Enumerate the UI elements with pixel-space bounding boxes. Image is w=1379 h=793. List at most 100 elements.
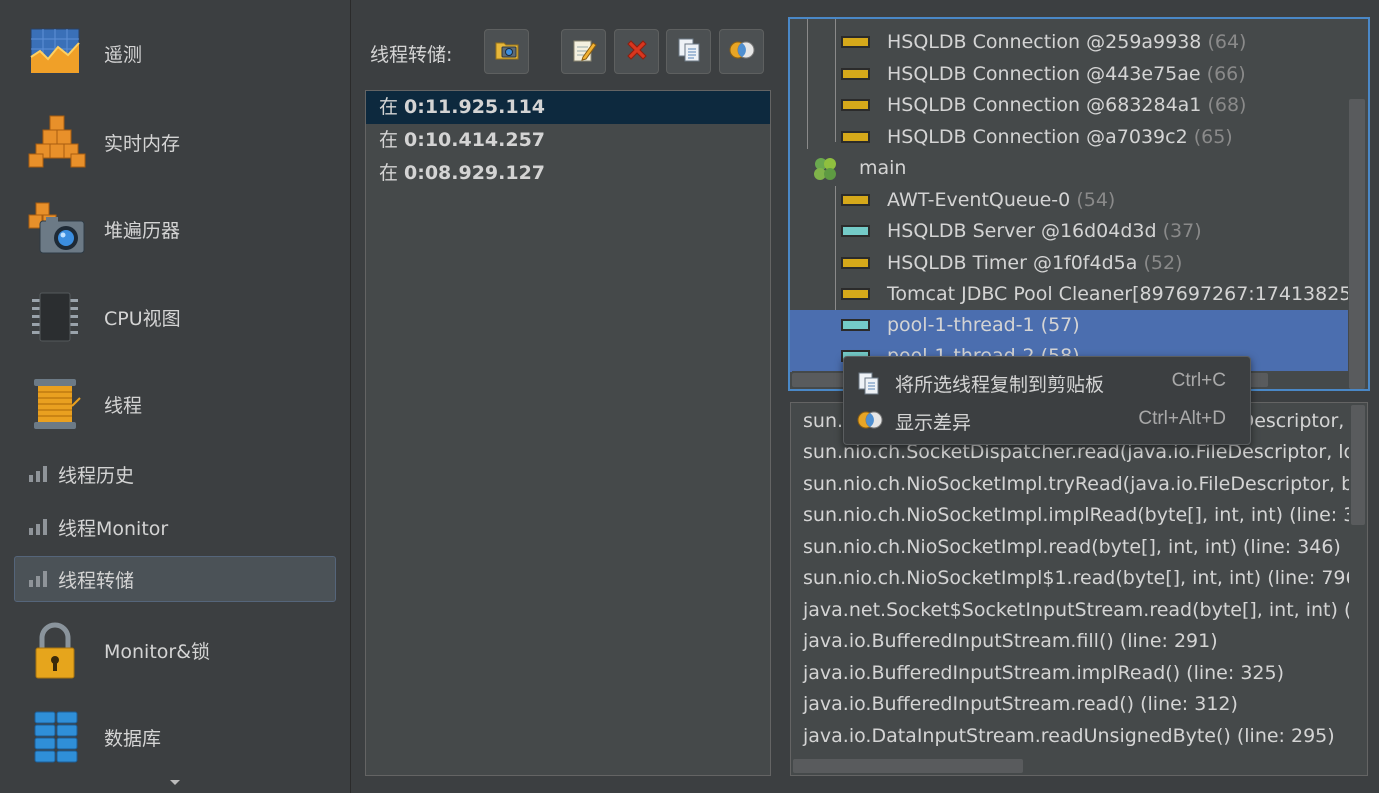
tree-row-thread[interactable]: HSQLDB Connection @683284a1 (68) bbox=[790, 90, 1348, 121]
sidebar-item-label: 遥测 bbox=[104, 43, 143, 66]
telemetry-chart-icon bbox=[28, 25, 84, 81]
sidebar: 遥测 实时内存 堆遍历器 CPU视图 线程 线程历史 线程Monitor 线程转… bbox=[0, 0, 351, 793]
edit-pencil-icon bbox=[571, 37, 597, 67]
sidebar-item-label: 线程历史 bbox=[58, 464, 135, 487]
stack-frame[interactable]: sun.nio.ch.NioSocketImpl.tryRead(java.io… bbox=[803, 469, 1367, 500]
dump-prefix: 在 bbox=[379, 97, 399, 118]
sidebar-item-label: Monitor&锁 bbox=[104, 640, 211, 663]
bar-chart-icon bbox=[29, 519, 47, 535]
sidebar-item-heap-walker[interactable]: 堆遍历器 bbox=[0, 189, 351, 269]
tree-row-thread[interactable]: HSQLDB Connection @a7039c2 (65) bbox=[790, 122, 1348, 153]
tree-row-thread[interactable]: Tomcat JDBC Pool Cleaner[897697267:17413… bbox=[790, 279, 1368, 310]
tree-row-thread-group[interactable]: main bbox=[790, 153, 1348, 184]
thread-id: (65) bbox=[1193, 126, 1233, 148]
edit-button[interactable] bbox=[561, 29, 606, 74]
delete-x-icon bbox=[624, 37, 650, 67]
thread-name: HSQLDB Connection @a7039c2 bbox=[887, 126, 1188, 148]
scrollbar-thumb[interactable] bbox=[793, 759, 1023, 773]
stack-frame[interactable]: java.io.BufferedInputStream.implRead() (… bbox=[803, 658, 1284, 689]
thread-id: (68) bbox=[1207, 94, 1247, 116]
sidebar-item-label: 线程 bbox=[104, 394, 143, 417]
thread-state-waiting-icon bbox=[841, 257, 870, 269]
sidebar-item-live-memory[interactable]: 实时内存 bbox=[0, 102, 351, 182]
menu-item-copy-threads[interactable]: 将所选线程复制到剪贴板 Ctrl+C bbox=[844, 363, 1250, 401]
stack-frame[interactable]: sun.nio.ch.NioSocketImpl$1.read(byte[], … bbox=[803, 563, 1365, 594]
list-item[interactable]: 在 0:10.414.257 bbox=[366, 124, 770, 157]
sidebar-item-cpu-views[interactable]: CPU视图 bbox=[0, 277, 351, 357]
scrollbar-thumb[interactable] bbox=[1349, 99, 1365, 389]
diff-circles-icon bbox=[728, 40, 756, 64]
bar-chart-icon bbox=[29, 466, 47, 482]
scrollbar-thumb[interactable] bbox=[1351, 405, 1365, 525]
tree-row-thread[interactable]: HSQLDB Connection @259a9938 (64) bbox=[790, 27, 1348, 58]
thread-name: HSQLDB Connection @683284a1 bbox=[887, 94, 1202, 116]
cpu-chip-icon bbox=[28, 289, 84, 345]
stack-horizontal-scrollbar[interactable] bbox=[791, 757, 1349, 775]
tree-vertical-scrollbar[interactable] bbox=[1348, 19, 1368, 389]
stack-frame[interactable]: sun.nio.ch.NioSocketImpl.implRead(byte[]… bbox=[803, 500, 1367, 531]
thread-dumps-label: 线程转储: bbox=[370, 44, 453, 66]
dump-time: 0:10.414.257 bbox=[404, 129, 546, 151]
sidebar-item-thread-dumps[interactable]: 线程转储 bbox=[14, 556, 336, 602]
stack-frame[interactable]: sun.nio.ch.NioSocketImpl.read(byte[], in… bbox=[803, 532, 1341, 563]
thread-name: HSQLDB Connection @259a9938 bbox=[887, 31, 1202, 53]
sidebar-item-label: 线程转储 bbox=[58, 569, 135, 592]
thread-group-name: main bbox=[859, 157, 907, 179]
copy-button[interactable] bbox=[666, 29, 711, 74]
threads-spool-icon bbox=[28, 376, 84, 432]
menu-item-show-diff[interactable]: 显示差异 Ctrl+Alt+D bbox=[844, 401, 1250, 439]
list-item[interactable]: 在 0:08.929.127 bbox=[366, 157, 770, 190]
stack-frame[interactable]: java.io.DataInputStream.readUnsignedByte… bbox=[803, 721, 1335, 752]
diff-circles-icon bbox=[856, 410, 883, 432]
tree-row-thread[interactable]: HSQLDB Server @16d04d3d (37) bbox=[790, 216, 1348, 247]
sidebar-item-threads[interactable]: 线程 bbox=[0, 364, 351, 444]
sidebar-item-label: 数据库 bbox=[104, 727, 162, 750]
list-item[interactable]: 在 0:11.925.114 bbox=[366, 91, 770, 124]
thread-group-icon bbox=[812, 156, 838, 187]
camera-folder-icon bbox=[494, 37, 520, 67]
sidebar-item-monitors-locks[interactable]: Monitor&锁 bbox=[0, 610, 351, 690]
copy-pages-icon bbox=[856, 372, 882, 395]
thread-dump-list[interactable]: 在 0:11.925.114 在 0:10.414.257 在 0:08.929.12… bbox=[365, 90, 771, 776]
thread-id: (57) bbox=[1040, 314, 1080, 336]
dump-prefix: 在 bbox=[379, 130, 399, 151]
dump-time: 0:11.925.114 bbox=[404, 96, 546, 118]
thread-state-running-icon bbox=[841, 319, 870, 331]
thread-name: AWT-EventQueue-0 bbox=[887, 189, 1071, 211]
sidebar-item-label: CPU视图 bbox=[104, 307, 181, 330]
tree-row-thread[interactable]: pool-1-thread-1 (57) bbox=[790, 310, 1348, 341]
thread-name: HSQLDB Server @16d04d3d bbox=[887, 220, 1157, 242]
stack-frame[interactable]: java.io.BufferedInputStream.read() (line… bbox=[803, 689, 1238, 720]
tree-row-thread[interactable]: AWT-EventQueue-0 (54) bbox=[790, 185, 1348, 216]
stack-trace-panel[interactable]: sun.nio.ch.SocketDispatcher.read0(java.i… bbox=[790, 402, 1368, 776]
sidebar-item-thread-history[interactable]: 线程历史 bbox=[14, 451, 336, 497]
menu-item-label: 显示差异 bbox=[895, 412, 972, 434]
thread-state-waiting-icon bbox=[841, 288, 870, 300]
sidebar-item-telemetry[interactable]: 遥测 bbox=[0, 13, 351, 93]
thread-tree[interactable]: HSQLDB Connection @259a9938 (64) HSQLDB … bbox=[788, 17, 1370, 391]
thread-name: Tomcat JDBC Pool Cleaner[897697267:17413… bbox=[887, 283, 1370, 305]
dump-time: 0:08.929.127 bbox=[404, 162, 546, 184]
stack-frame[interactable]: java.net.Socket$SocketInputStream.read(b… bbox=[803, 595, 1367, 626]
thread-id: (54) bbox=[1076, 189, 1116, 211]
thread-name: HSQLDB Timer @1f0f4d5a bbox=[887, 252, 1138, 274]
stack-vertical-scrollbar[interactable] bbox=[1349, 403, 1367, 758]
copy-pages-icon bbox=[676, 37, 702, 67]
sidebar-item-databases[interactable]: 数据库 bbox=[0, 697, 351, 777]
monitor-lock-icon bbox=[28, 622, 84, 679]
sidebar-item-label: 堆遍历器 bbox=[104, 219, 181, 242]
tree-row-thread[interactable]: HSQLDB Connection @443e75ae (66) bbox=[790, 59, 1348, 90]
sidebar-item-thread-monitor[interactable]: 线程Monitor bbox=[14, 504, 336, 550]
take-thread-dump-button[interactable] bbox=[484, 29, 529, 74]
heap-walker-camera-icon bbox=[28, 201, 85, 257]
thread-id: (52) bbox=[1143, 252, 1183, 274]
context-menu: 将所选线程复制到剪贴板 Ctrl+C 显示差异 Ctrl+Alt+D bbox=[843, 356, 1251, 445]
sidebar-scroll-down-icon[interactable] bbox=[170, 780, 180, 785]
delete-button[interactable] bbox=[614, 29, 659, 74]
show-diff-button[interactable] bbox=[719, 29, 764, 74]
thread-state-waiting-icon bbox=[841, 131, 870, 143]
thread-id: (66) bbox=[1206, 63, 1246, 85]
tree-row-thread[interactable]: HSQLDB Timer @1f0f4d5a (52) bbox=[790, 248, 1348, 279]
stack-frame[interactable]: java.io.BufferedInputStream.fill() (line… bbox=[803, 626, 1218, 657]
thread-name: HSQLDB Connection @443e75ae bbox=[887, 63, 1201, 85]
